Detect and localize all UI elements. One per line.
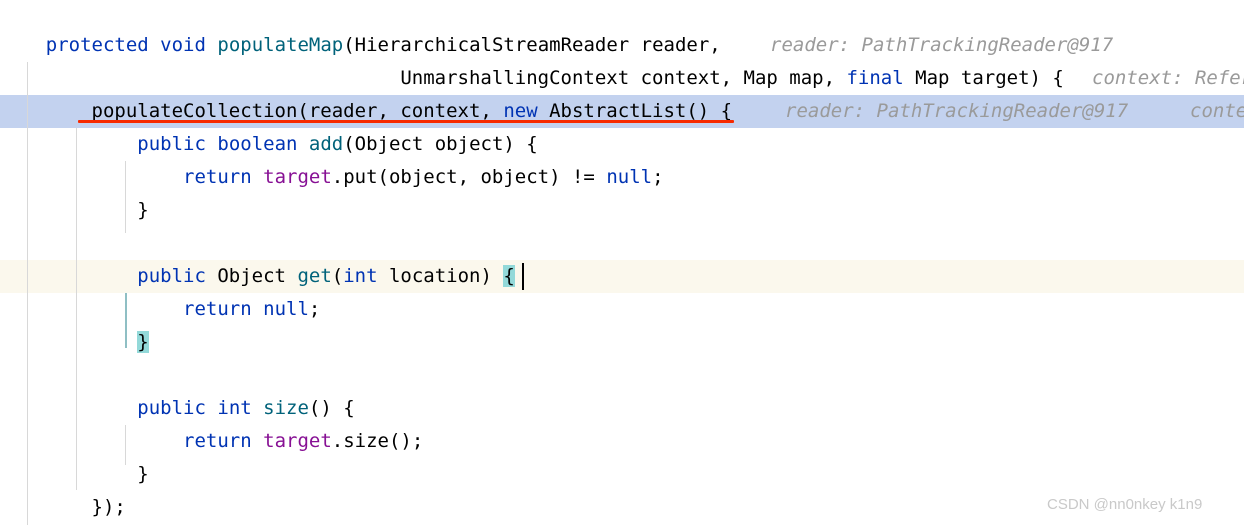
code-token: target xyxy=(263,166,332,188)
watermark-label: CSDN @nn0nkey k1n9 xyxy=(1047,496,1203,513)
code-line[interactable]: public Object get(int location) { xyxy=(0,260,1244,293)
code-token: { xyxy=(503,265,515,287)
code-line[interactable]: } xyxy=(0,194,1244,227)
code-token: target xyxy=(263,430,332,452)
code-token: final xyxy=(846,67,904,89)
code-token: get xyxy=(297,265,332,287)
code-line[interactable]: protected void populateMap(HierarchicalS… xyxy=(0,29,1244,62)
code-token: populateCollection(reader, context, xyxy=(0,100,504,122)
code-line[interactable]: return null; xyxy=(0,293,1244,326)
code-token: Object xyxy=(205,265,298,287)
code-token: UnmarshallingContext context, Map map, xyxy=(0,67,847,89)
code-token: return xyxy=(183,298,252,320)
code-token: } xyxy=(0,199,149,221)
code-line[interactable] xyxy=(0,227,1244,260)
code-token: }); xyxy=(0,496,126,518)
code-token: null xyxy=(606,166,653,188)
code-token: ; xyxy=(652,166,664,188)
code-token: return xyxy=(183,430,252,452)
code-line[interactable]: return target.size(); xyxy=(0,425,1244,458)
code-line[interactable]: UnmarshallingContext context, Map map, f… xyxy=(0,62,1244,95)
code-line[interactable] xyxy=(0,359,1244,392)
code-line[interactable]: return target.put(object, object) != nul… xyxy=(0,161,1244,194)
code-token: public xyxy=(137,265,206,287)
code-token: public xyxy=(137,133,206,155)
code-line[interactable]: public int size() { xyxy=(0,392,1244,425)
code-token: size xyxy=(263,397,309,419)
code-token: } xyxy=(0,463,149,485)
code-token: ; xyxy=(308,298,321,320)
code-line[interactable]: } xyxy=(0,326,1244,359)
code-token: .put(object, object) != xyxy=(331,166,607,188)
code-token: () { xyxy=(308,397,355,419)
inline-parameter-hint[interactable]: reader: PathTrackingReader@917 xyxy=(785,95,1128,128)
text-caret xyxy=(522,263,524,290)
inline-parameter-hint[interactable]: context: Refer xyxy=(1092,62,1244,95)
inline-parameter-hint[interactable]: conte xyxy=(1190,95,1244,128)
inline-parameter-hint[interactable]: reader: PathTrackingReader@917 xyxy=(770,29,1113,62)
error-underline[interactable] xyxy=(78,120,734,123)
code-token: } xyxy=(137,331,149,353)
code-token: AbstractList() { xyxy=(537,100,733,122)
code-token: int xyxy=(217,397,252,419)
code-token: add xyxy=(308,133,344,155)
code-token: location) xyxy=(377,265,504,287)
code-editor-canvas[interactable]: protected void populateMap(HierarchicalS… xyxy=(0,0,1244,525)
code-line[interactable]: populateCollection(reader, context, new … xyxy=(0,95,1244,128)
code-token: new xyxy=(503,100,538,122)
code-token: public xyxy=(137,397,206,419)
code-token: void xyxy=(160,34,206,56)
code-token: ( xyxy=(331,265,344,287)
code-token: protected xyxy=(45,34,149,56)
code-token: null xyxy=(263,298,309,320)
code-text-layer[interactable]: protected void populateMap(HierarchicalS… xyxy=(0,0,1244,525)
code-token: (Object object) { xyxy=(343,133,538,155)
code-line[interactable]: } xyxy=(0,458,1244,491)
code-token: .size(); xyxy=(331,430,424,452)
code-line[interactable]: public boolean add(Object object) { xyxy=(0,128,1244,161)
code-token: int xyxy=(343,265,378,287)
code-token: (HierarchicalStreamReader reader, xyxy=(343,34,721,56)
code-token: Map target) { xyxy=(903,67,1064,89)
code-token: boolean xyxy=(217,133,298,155)
code-token: populateMap xyxy=(217,34,344,56)
code-token: return xyxy=(183,166,252,188)
